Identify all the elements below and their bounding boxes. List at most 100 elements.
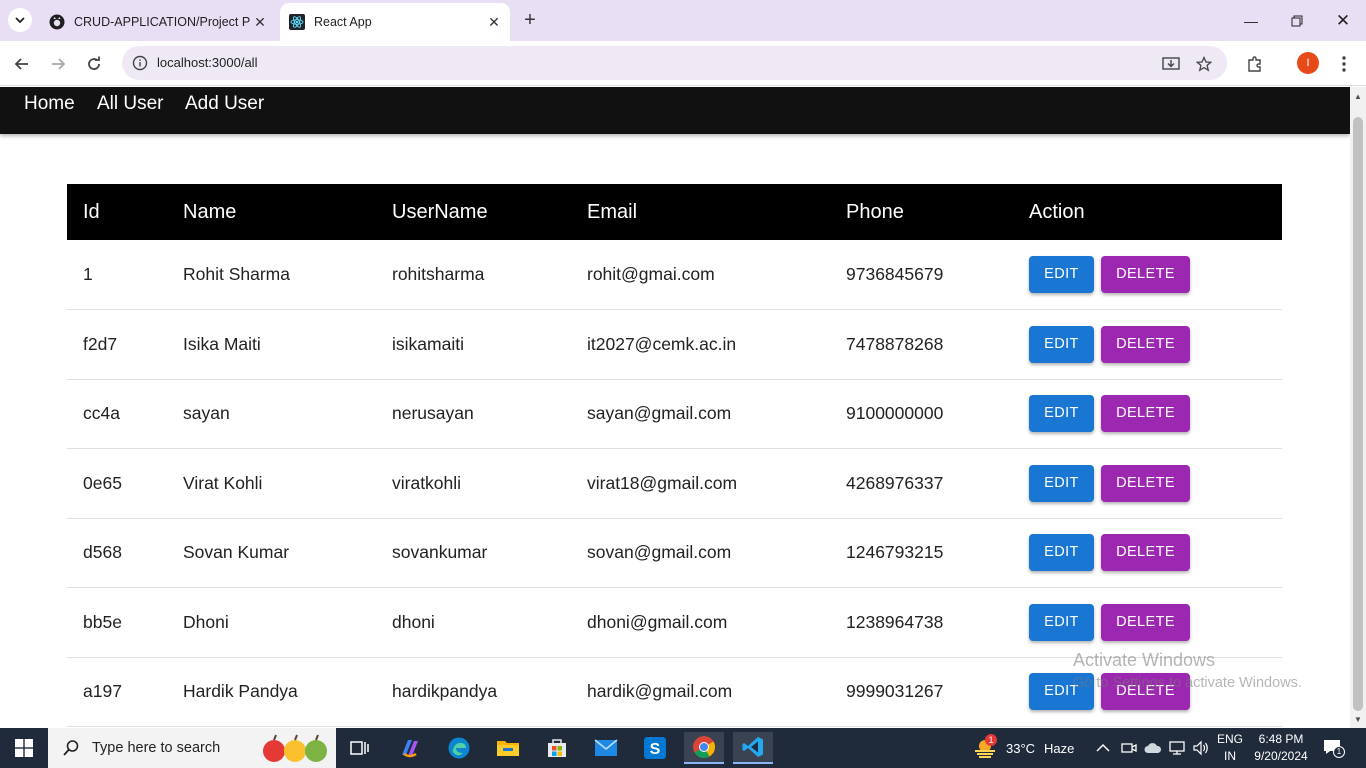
close-icon[interactable]: ✕	[250, 12, 270, 32]
bookmark-star-icon[interactable]	[1193, 53, 1215, 75]
cell-phone: 9736845679	[830, 240, 1013, 310]
skype-icon: S	[644, 737, 666, 759]
cell-username: isikamaiti	[376, 309, 571, 380]
notification-count-badge: 1	[1333, 746, 1345, 758]
delete-button[interactable]: DELETE	[1101, 534, 1190, 572]
cell-phone: 1246793215	[830, 518, 1013, 588]
page-scrollbar[interactable]: ▲ ▼	[1350, 87, 1366, 728]
install-app-icon[interactable]	[1160, 53, 1182, 75]
tab-title: CRUD-APPLICATION/Project Pr	[74, 15, 250, 29]
volume-button[interactable]	[1192, 728, 1210, 768]
file-explorer-button[interactable]	[488, 732, 528, 764]
search-placeholder: Type here to search	[92, 740, 221, 756]
delete-button[interactable]: DELETE	[1101, 256, 1190, 293]
page-viewport: Home All User Add User Id Name UserName …	[0, 87, 1350, 728]
notification-center-button[interactable]: 1	[1322, 728, 1345, 768]
cell-username: nerusayan	[376, 379, 571, 449]
new-tab-button[interactable]: +	[519, 9, 541, 31]
edit-button[interactable]: EDIT	[1029, 464, 1094, 502]
table-header-row: Id Name UserName Email Phone Action	[67, 184, 1282, 240]
extensions-button[interactable]	[1241, 50, 1269, 78]
table-row: 0e65 Virat Kohli viratkohli virat18@gmai…	[67, 448, 1282, 519]
cell-id: cc4a	[67, 379, 167, 449]
taskbar-search-box[interactable]: Type here to search	[48, 728, 336, 768]
column-header-username: UserName	[392, 200, 488, 223]
url-text: localhost:3000/all	[157, 55, 258, 70]
show-hidden-icons-button[interactable]	[1096, 728, 1110, 768]
address-bar[interactable]: localhost:3000/all	[122, 46, 1227, 80]
profile-avatar[interactable]: I	[1297, 52, 1319, 74]
close-icon[interactable]: ✕	[484, 12, 504, 32]
windows-logo-icon	[15, 739, 33, 757]
edge-button[interactable]	[439, 732, 479, 764]
vscode-button[interactable]	[733, 732, 773, 764]
copilot-button[interactable]	[390, 732, 430, 764]
start-button[interactable]	[0, 728, 48, 768]
back-button[interactable]	[8, 50, 36, 78]
cell-actions: EDIT DELETE	[1013, 587, 1282, 658]
minimize-button[interactable]: —	[1228, 0, 1274, 41]
column-header-email: Email	[587, 200, 638, 223]
arrow-left-icon	[14, 58, 28, 70]
nav-all-users-link[interactable]: All User	[97, 93, 164, 115]
restore-button[interactable]	[1274, 0, 1320, 41]
mail-button[interactable]	[586, 732, 626, 764]
delete-button[interactable]: DELETE	[1101, 395, 1190, 433]
edit-button[interactable]: EDIT	[1029, 325, 1094, 363]
delete-button[interactable]: DELETE	[1101, 603, 1190, 641]
tab-search-button[interactable]	[8, 8, 32, 32]
taskbar-clock[interactable]: 6:48 PM 9/20/2024	[1250, 731, 1312, 765]
cell-id: 0e65	[67, 448, 167, 519]
chrome-icon	[693, 736, 715, 758]
table-row: cc4a sayan nerusayan sayan@gmail.com 910…	[67, 379, 1282, 449]
browser-menu-button[interactable]	[1330, 50, 1358, 78]
edit-button[interactable]: EDIT	[1029, 256, 1094, 293]
chrome-button[interactable]	[684, 732, 724, 764]
input-language-indicator[interactable]: ENG IN	[1215, 731, 1245, 765]
activate-windows-watermark: Activate Windows Go to Settings to activ…	[1073, 650, 1302, 691]
chevron-down-icon	[15, 17, 25, 24]
column-header-action: Action	[1029, 200, 1085, 223]
weather-widget[interactable]: 1 33°C Haze	[972, 728, 1074, 768]
cell-id: 1	[67, 240, 167, 310]
scroll-down-arrow-icon[interactable]: ▼	[1350, 712, 1366, 726]
tab-github[interactable]: CRUD-APPLICATION/Project Pr ✕	[40, 3, 276, 41]
task-view-icon	[350, 741, 369, 755]
reload-button[interactable]	[80, 50, 108, 78]
site-info-icon[interactable]	[130, 53, 150, 73]
scroll-up-arrow-icon[interactable]: ▲	[1350, 89, 1366, 103]
window-close-button[interactable]: ✕	[1320, 0, 1366, 41]
cell-name: Hardik Pandya	[167, 657, 376, 727]
svg-text:S: S	[650, 741, 661, 758]
cell-email: dhoni@gmail.com	[571, 587, 830, 658]
mail-icon	[594, 739, 618, 756]
delete-button[interactable]: DELETE	[1101, 325, 1190, 363]
edit-button[interactable]: EDIT	[1029, 534, 1094, 572]
browser-toolbar: localhost:3000/all	[0, 41, 1366, 86]
microsoft-store-button[interactable]	[537, 732, 577, 764]
cell-username: viratkohli	[376, 448, 571, 519]
tab-react-app[interactable]: React App ✕	[280, 3, 510, 41]
table-row: bb5e Dhoni dhoni dhoni@gmail.com 1238964…	[67, 587, 1282, 658]
network-button[interactable]	[1168, 728, 1186, 768]
store-icon	[548, 739, 566, 757]
task-view-button[interactable]	[340, 732, 380, 764]
cell-actions: EDIT DELETE	[1013, 309, 1282, 380]
cell-name: Isika Maiti	[167, 309, 376, 380]
cell-id: bb5e	[67, 587, 167, 658]
skype-button[interactable]: S	[635, 732, 675, 764]
arrow-right-icon	[52, 58, 66, 70]
react-icon	[289, 14, 305, 30]
delete-button[interactable]: DELETE	[1101, 464, 1190, 502]
forward-button[interactable]	[44, 50, 72, 78]
scrollbar-thumb[interactable]	[1353, 117, 1363, 711]
meet-now-button[interactable]	[1121, 728, 1137, 768]
cell-email: rohit@gmai.com	[571, 240, 830, 310]
nav-add-user-link[interactable]: Add User	[185, 93, 264, 115]
onedrive-button[interactable]	[1144, 728, 1162, 768]
nav-home-link[interactable]: Home	[24, 93, 75, 115]
cell-phone: 4268976337	[830, 448, 1013, 519]
edit-button[interactable]: EDIT	[1029, 395, 1094, 433]
watermark-title: Activate Windows	[1073, 650, 1216, 670]
edit-button[interactable]: EDIT	[1029, 603, 1094, 641]
